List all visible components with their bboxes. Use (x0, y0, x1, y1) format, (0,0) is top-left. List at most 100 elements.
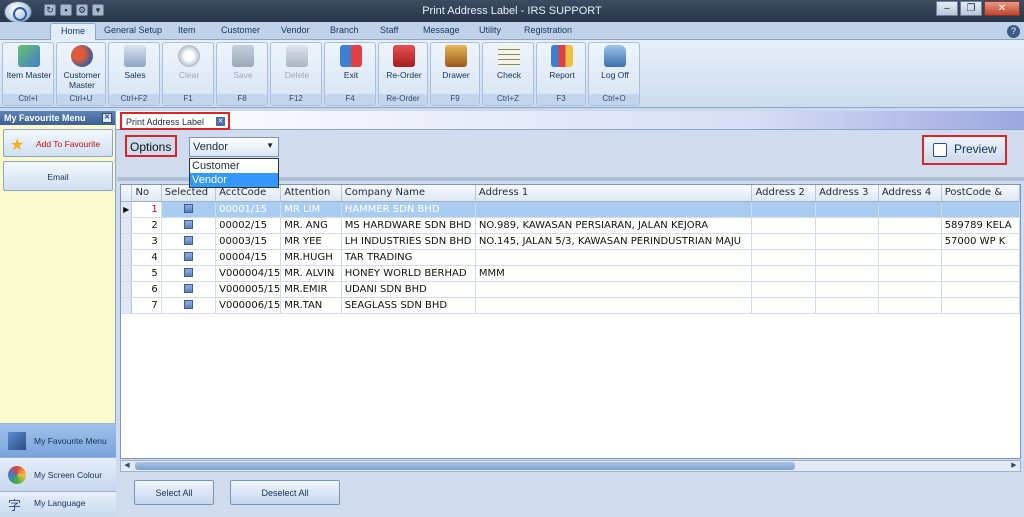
chevron-down-icon[interactable]: ▼ (266, 141, 274, 150)
checklist-icon (498, 45, 520, 67)
table-row[interactable]: ▶ 1 00001/15 MR LIM HAMMER SDN BHD (121, 201, 1020, 218)
tab-home[interactable]: Home (50, 23, 97, 41)
ribbon: Item Master Ctrl+I Customer Master Ctrl+… (0, 40, 1024, 108)
tab-registration[interactable]: Registration (524, 25, 572, 35)
table-row[interactable]: 4 00004/15 MR.HUGH TAR TRADING (121, 249, 1020, 266)
ribbon-group-drawer: Drawer F9 (430, 42, 480, 106)
doc-tab-print-address-label[interactable]: Print Address Label ✕ (120, 112, 230, 130)
item-master-button[interactable]: Item Master (5, 45, 53, 80)
tab-vendor[interactable]: Vendor (281, 25, 310, 35)
save-disk-icon (232, 45, 254, 67)
padlock-icon (604, 45, 626, 67)
log-off-button[interactable]: Log Off (591, 45, 639, 80)
save-button[interactable]: Save (219, 45, 267, 80)
check-button[interactable]: Check (485, 45, 533, 80)
table-row[interactable]: 3 00003/15 MR YEE LH INDUSTRIES SDN BHD … (121, 233, 1020, 250)
magnifier-icon (933, 143, 947, 157)
star-add-icon: ★ (10, 137, 25, 154)
sidebar-header: My Favourite Menu ✕ (0, 111, 115, 125)
language-icon: 字 (8, 498, 22, 513)
row-select-checkbox[interactable] (183, 300, 193, 309)
customer-master-button[interactable]: Customer Master (59, 45, 105, 90)
delete-button[interactable]: Delete (273, 45, 321, 80)
col-company-name[interactable]: Company Name (341, 185, 476, 202)
ribbon-group-logoff: Log Off Ctrl+O (588, 42, 640, 106)
nav-my-favourite-menu[interactable]: My Favourite Menu (0, 423, 116, 457)
row-select-checkbox[interactable] (183, 236, 193, 245)
drawer-button[interactable]: Drawer (433, 45, 479, 80)
exit-door-icon (340, 45, 362, 67)
report-chart-icon (551, 45, 573, 67)
deselect-all-button[interactable]: Deselect All (230, 480, 340, 505)
select-all-button[interactable]: Select All (134, 480, 214, 505)
email-button[interactable]: Email (3, 161, 113, 191)
tab-customer[interactable]: Customer (221, 25, 260, 35)
ribbon-group-item-master: Item Master Ctrl+I (2, 42, 54, 106)
add-to-favourite-button[interactable]: ★ Add To Favourite (3, 129, 113, 157)
scrollbar-thumb[interactable] (135, 462, 795, 470)
sales-button[interactable]: Sales (111, 45, 159, 80)
row-select-checkbox[interactable] (183, 268, 193, 277)
scroll-right-icon[interactable]: ▶ (1008, 461, 1020, 471)
table-row[interactable]: 5 V000004/15 MR. ALVIN HONEY WORLD BERHA… (121, 265, 1020, 282)
table-row[interactable]: 6 V000005/15 MR.EMIR UDANI SDN BHD (121, 281, 1020, 298)
tab-branch[interactable]: Branch (330, 25, 359, 35)
options-dropdown[interactable]: Vendor ▼ (189, 137, 279, 157)
close-button[interactable]: ✕ (984, 1, 1020, 16)
minimize-button[interactable]: – (936, 1, 958, 16)
scroll-left-icon[interactable]: ◀ (121, 461, 133, 471)
restore-button[interactable]: ❐ (960, 1, 982, 16)
ribbon-group-report: Report F3 (536, 42, 586, 106)
option-customer[interactable]: Customer (190, 159, 278, 173)
col-no[interactable]: No (131, 185, 162, 202)
row-indicator-icon[interactable]: ▶ (121, 201, 133, 218)
ribbon-group-reorder: Re-Order Re-Order (378, 42, 428, 106)
customer-master-icon (71, 45, 93, 67)
tab-general-setup[interactable]: General Setup (104, 25, 162, 35)
ribbon-group-check: Check Ctrl+Z (482, 42, 534, 106)
title-bar: ↻ ▪ ⚙ ▾ Print Address Label - IRS SUPPOR… (0, 0, 1024, 23)
nav-my-language[interactable]: 字 My Language (0, 491, 116, 517)
row-select-checkbox[interactable] (183, 252, 193, 261)
favourite-menu-icon (8, 432, 26, 450)
row-select-checkbox[interactable] (183, 204, 193, 213)
document-tab-strip: Print Address Label ✕ (116, 111, 1024, 130)
horizontal-scrollbar[interactable]: ◀ ▶ (120, 460, 1021, 472)
item-master-icon (18, 45, 40, 67)
col-address-1[interactable]: Address 1 (475, 185, 753, 202)
nav-my-screen-colour[interactable]: My Screen Colour (0, 457, 116, 491)
table-row[interactable]: 7 V000006/15 MR.TAN SEAGLASS SDN BHD (121, 297, 1020, 314)
exit-button[interactable]: Exit (327, 45, 375, 80)
row-select-checkbox[interactable] (183, 284, 193, 293)
color-wheel-icon (8, 466, 26, 484)
sales-cart-icon (124, 45, 146, 67)
ribbon-group-exit: Exit F4 (324, 42, 376, 106)
col-address-3[interactable]: Address 3 (815, 185, 879, 202)
reorder-button[interactable]: Re-Order (381, 45, 427, 80)
sidebar-collapse-icon[interactable]: ✕ (102, 113, 112, 123)
tab-utility[interactable]: Utility (479, 25, 501, 35)
tab-item[interactable]: Item (178, 25, 196, 35)
clear-button[interactable]: Clear (165, 45, 213, 80)
col-address-4[interactable]: Address 4 (878, 185, 942, 202)
preview-button[interactable]: Preview (922, 135, 1007, 165)
close-tab-icon[interactable]: ✕ (216, 117, 225, 126)
row-select-checkbox[interactable] (183, 220, 193, 229)
row-selector-header (121, 185, 133, 202)
help-icon[interactable]: ? (1007, 25, 1020, 38)
col-postcode[interactable]: PostCode & (941, 185, 1020, 202)
table-row[interactable]: 2 00002/15 MR. ANG MS HARDWARE SDN BHD N… (121, 217, 1020, 234)
option-vendor[interactable]: Vendor (190, 173, 278, 187)
report-button[interactable]: Report (539, 45, 585, 80)
tab-staff[interactable]: Staff (380, 25, 398, 35)
col-attention[interactable]: Attention (280, 185, 342, 202)
ribbon-group-clear: Clear F1 (162, 42, 214, 106)
col-address-2[interactable]: Address 2 (751, 185, 817, 202)
options-label: Options (125, 135, 177, 157)
tab-message[interactable]: Message (423, 25, 460, 35)
window-title: Print Address Label - IRS SUPPORT (422, 5, 602, 17)
trash-icon (286, 45, 308, 67)
ribbon-group-customer-master: Customer Master Ctrl+U (56, 42, 106, 106)
favourite-sidebar: My Favourite Menu ✕ ★ Add To Favourite E… (0, 111, 116, 517)
ribbon-group-sales: Sales Ctrl+F2 (108, 42, 160, 106)
